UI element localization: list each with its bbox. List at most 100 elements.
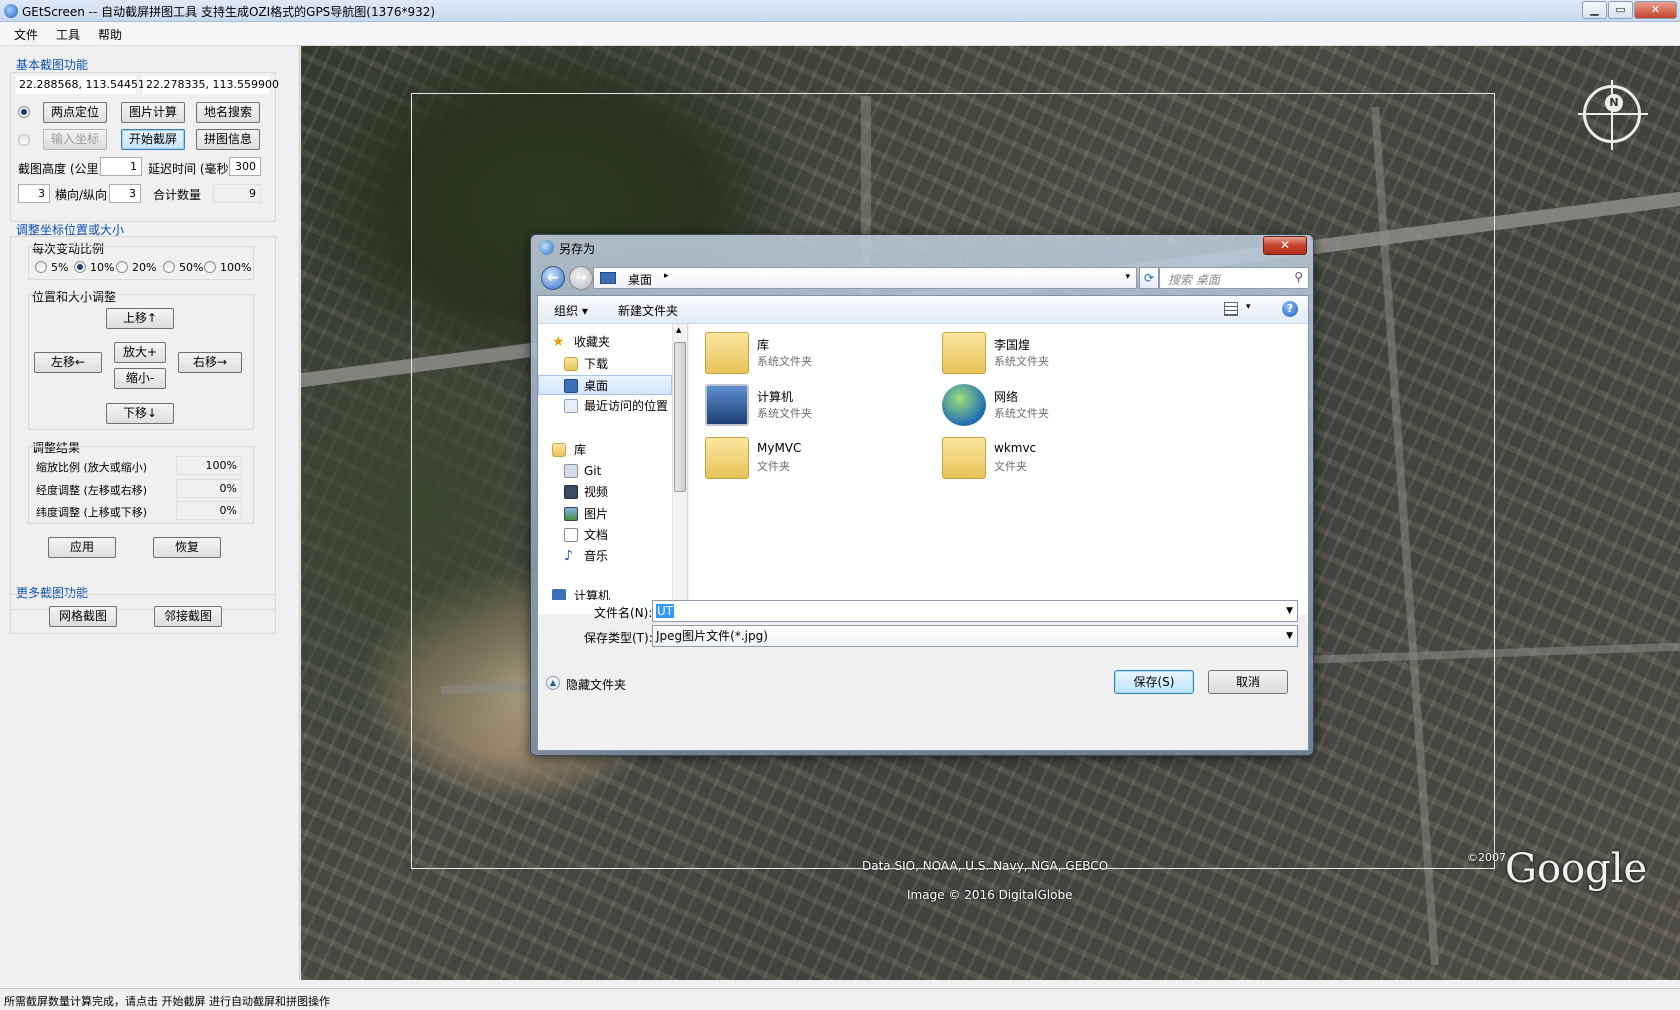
search-placeholder: 搜索 桌面	[1168, 273, 1220, 287]
scroll-thumb[interactable]	[674, 342, 686, 492]
menu-file[interactable]: 文件	[14, 26, 38, 43]
breadcrumb-chevron-icon[interactable]: ▸	[664, 271, 669, 281]
back-arrow-icon[interactable]: ←	[541, 266, 565, 290]
new-folder-button[interactable]: 新建文件夹	[618, 302, 678, 319]
restore-button[interactable]: 恢复	[153, 537, 221, 558]
organize-button[interactable]: 组织 ▾	[554, 302, 588, 319]
scroll-up-icon[interactable]: ▲	[676, 326, 681, 334]
nav-videos[interactable]: 视频	[538, 482, 672, 502]
nav-downloads[interactable]: 下载	[538, 354, 672, 374]
search-box[interactable]: 搜索 桌面 ⚲	[1159, 267, 1309, 289]
zoom-out-button[interactable]: 缩小-	[114, 368, 166, 389]
nav-libraries[interactable]: 库	[538, 440, 672, 460]
refresh-icon[interactable]: ⟳	[1139, 267, 1159, 289]
maximize-button[interactable]: ▭	[1608, 1, 1633, 19]
save-as-dialog: 另存为 ✕ ← → ▾ 桌面 ▸ ▾ ⟳ 搜索 桌面 ⚲ 组织 ▾ 新建文件夹 …	[530, 234, 1314, 756]
help-icon[interactable]: ?	[1282, 301, 1298, 317]
close-button[interactable]: ✕	[1634, 1, 1677, 19]
map-year: ©2007	[1467, 851, 1506, 864]
input-coord-button[interactable]: 输入坐标	[43, 129, 107, 150]
move-right-button[interactable]: 右移→	[178, 352, 242, 373]
two-point-radio[interactable]	[18, 106, 30, 118]
nav-desktop-label: 桌面	[584, 379, 609, 393]
nav-music[interactable]: ♪ 音乐	[538, 546, 672, 566]
forward-arrow-icon[interactable]: →	[569, 266, 593, 290]
move-down-button[interactable]: 下移↓	[106, 403, 174, 424]
ratio-100-radio[interactable]	[204, 261, 216, 273]
latitude-value: 0%	[176, 501, 242, 520]
nav-favorites[interactable]: ★ 收藏夹	[538, 332, 672, 352]
view-options-icon[interactable]	[1224, 302, 1238, 316]
zoom-in-button[interactable]: 放大+	[114, 342, 166, 363]
menu-help[interactable]: 帮助	[98, 26, 122, 43]
filetype-label: 保存类型(T):	[584, 631, 653, 645]
nav-recent[interactable]: 最近访问的位置	[538, 396, 672, 416]
adjacent-capture-button[interactable]: 邻接截图	[154, 606, 222, 627]
desktop-icon	[600, 272, 616, 284]
filetype-select[interactable]: Jpeg图片文件(*.jpg) ▼	[652, 625, 1298, 647]
dialog-title: 另存为	[559, 242, 596, 256]
move-up-button[interactable]: 上移↑	[106, 308, 174, 329]
save-button[interactable]: 保存(S)	[1114, 670, 1194, 694]
nav-pictures[interactable]: 图片	[538, 504, 672, 524]
mosaic-info-button[interactable]: 拼图信息	[196, 129, 260, 150]
file-name: 计算机	[757, 390, 794, 404]
pictures-icon	[564, 507, 578, 521]
address-dropdown-icon[interactable]: ▾	[1125, 272, 1130, 282]
address-bar[interactable]: 桌面 ▸ ▾	[593, 267, 1137, 289]
title-bar: GEtScreen -- 自动截屏拼图工具 支持生成OZI格式的GPS导航图(1…	[0, 0, 1680, 22]
capture-height-input[interactable]: 1	[100, 157, 142, 176]
vertical-count-input[interactable]: 3	[109, 184, 141, 203]
image-calc-button[interactable]: 图片计算	[121, 102, 185, 123]
file-item-library[interactable]: 库 系统文件夹	[705, 330, 935, 376]
nav-desktop[interactable]: 桌面	[538, 375, 672, 395]
filetype-dropdown-icon[interactable]: ▼	[1286, 626, 1293, 646]
file-item-wkmvc[interactable]: wkmvc 文件夹	[942, 435, 1172, 481]
dialog-close-button[interactable]: ✕	[1263, 236, 1307, 255]
input-coord-radio[interactable]	[18, 134, 30, 146]
map-image-credit: Image © 2016 DigitalGlobe	[907, 888, 1073, 902]
file-desc: 文件夹	[994, 460, 1027, 473]
view-dropdown-icon[interactable]: ▾	[1246, 302, 1251, 312]
total-label: 合计数量	[153, 188, 202, 202]
move-left-button[interactable]: 左移←	[34, 352, 102, 373]
longitude-value: 0%	[176, 479, 242, 498]
hide-folders-icon[interactable]: ▲	[546, 676, 560, 690]
file-item-mymvc[interactable]: MyMVC 文件夹	[705, 435, 935, 481]
ratio-5-label: 5%	[51, 261, 69, 274]
search-icon[interactable]: ⚲	[1294, 270, 1303, 284]
file-desc: 系统文件夹	[757, 355, 812, 368]
nav-favorites-label: 收藏夹	[574, 335, 611, 349]
cancel-button[interactable]: 取消	[1208, 670, 1288, 694]
start-capture-button[interactable]: 开始截屏	[121, 129, 185, 150]
delay-input[interactable]: 300	[229, 157, 261, 176]
file-item-computer[interactable]: 计算机 系统文件夹	[705, 382, 935, 428]
horizontal-count-input[interactable]: 3	[18, 184, 50, 203]
grid-capture-button[interactable]: 网格截图	[49, 606, 117, 627]
place-search-button[interactable]: 地名搜索	[196, 102, 260, 123]
ratio-50-radio[interactable]	[163, 261, 175, 273]
file-item-network[interactable]: 网络 系统文件夹	[942, 382, 1172, 428]
navigation-pane: ★ 收藏夹 下载 桌面 最近访问的位置 库 Git 视频 图片 文档 ♪ 音乐 …	[538, 324, 688, 614]
nav-computer[interactable]: 计算机	[538, 586, 672, 600]
apply-button[interactable]: 应用	[48, 537, 116, 558]
file-name: 网络	[994, 390, 1019, 404]
ratio-5-radio[interactable]	[35, 261, 47, 273]
nav-documents[interactable]: 文档	[538, 525, 672, 545]
file-item-user[interactable]: 李国煌 系统文件夹	[942, 330, 1172, 376]
filename-input[interactable]: UT ▼	[652, 600, 1298, 622]
two-point-button[interactable]: 两点定位	[43, 102, 107, 123]
nav-git[interactable]: Git	[538, 461, 672, 481]
nav-downloads-label: 下载	[584, 357, 609, 371]
ratio-20-radio[interactable]	[116, 261, 128, 273]
status-bar: 所需截屏数量计算完成，请点击 开始截屏 进行自动截屏和拼图操作	[0, 988, 1680, 1010]
ratio-10-radio[interactable]	[74, 261, 86, 273]
file-list: 库 系统文件夹 李国煌 系统文件夹 计算机 系统文件夹 网络 系统文件夹 MyM…	[689, 324, 1308, 614]
hide-folders-button[interactable]: 隐藏文件夹	[566, 676, 626, 693]
menu-tools[interactable]: 工具	[56, 26, 80, 43]
hv-label: 横向/纵向	[55, 188, 108, 202]
nav-scrollbar[interactable]: ▲ ▼	[672, 324, 687, 614]
minimize-button[interactable]: ▁	[1582, 1, 1607, 19]
compass-icon[interactable]: N	[1578, 80, 1648, 150]
filename-dropdown-icon[interactable]: ▼	[1286, 601, 1293, 621]
